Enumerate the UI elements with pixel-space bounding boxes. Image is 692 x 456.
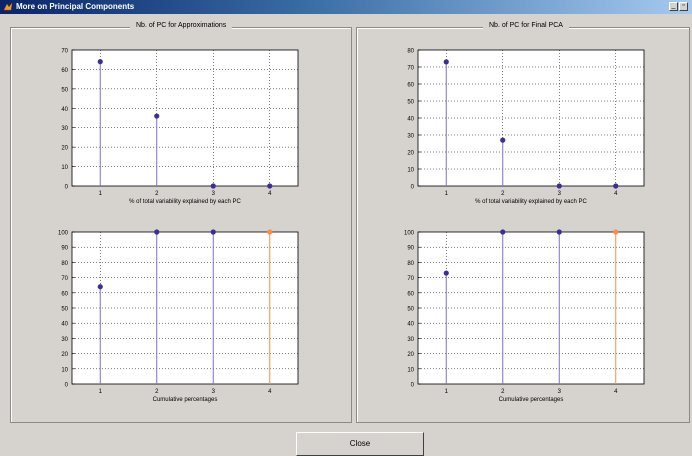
y-tick-label: 60 (61, 68, 68, 74)
y-tick-label: 20 (407, 151, 414, 157)
y-tick-label: 70 (61, 276, 68, 282)
y-tick-label: 20 (61, 352, 68, 358)
y-tick-label: 80 (407, 261, 414, 267)
stem-marker (154, 113, 160, 119)
chart-variability-approximations: 0102030405060701 2 3 4% of total variabilit… (58, 49, 645, 403)
y-tick-label: 100 (404, 231, 415, 237)
y-tick-label: 10 (407, 367, 414, 373)
y-tick-label: 0 (411, 185, 415, 191)
y-tick-label: 50 (61, 87, 68, 93)
y-tick-label: 10 (407, 168, 414, 174)
y-tick-label: 20 (61, 146, 68, 152)
stem-marker (267, 229, 273, 235)
y-tick-label: 40 (61, 322, 68, 328)
y-tick-label: 90 (61, 246, 68, 252)
x-axis-label: % of total variability explained by each… (475, 199, 587, 205)
y-tick-label: 30 (61, 126, 68, 132)
x-tick-label: 4 (614, 389, 618, 395)
y-tick-label: 50 (61, 307, 68, 313)
y-tick-label: 30 (61, 337, 68, 343)
stem-marker (500, 229, 506, 235)
stem-marker (500, 137, 506, 143)
stem-marker (613, 183, 619, 189)
x-tick-label: 3 (558, 191, 562, 197)
stem-marker (556, 229, 562, 235)
y-tick-label: 70 (407, 276, 414, 282)
y-tick-label: 0 (411, 383, 415, 389)
x-tick-label: 3 (558, 389, 562, 395)
y-tick-label: 0 (65, 185, 69, 191)
x-tick-label: 3 (212, 389, 216, 395)
x-tick-label: 2 (155, 191, 159, 197)
y-tick-label: 10 (61, 367, 68, 373)
y-tick-label: 80 (407, 49, 414, 55)
plot-area (71, 49, 299, 187)
stem-marker (556, 183, 562, 189)
x-tick-label: 2 (155, 389, 159, 395)
y-tick-label: 0 (65, 383, 69, 389)
x-tick-label: 2 (501, 191, 505, 197)
y-tick-label: 10 (61, 165, 68, 171)
stem-marker (267, 183, 273, 189)
x-tick-label: 4 (614, 191, 618, 197)
y-tick-label: 20 (407, 352, 414, 358)
close-button[interactable]: Close (296, 432, 424, 456)
y-tick-label: 40 (407, 322, 414, 328)
x-tick-label: 1 (99, 191, 103, 197)
stem-marker (97, 59, 103, 65)
y-tick-label: 30 (407, 134, 414, 140)
y-tick-label: 60 (61, 291, 68, 297)
y-tick-label: 70 (407, 66, 414, 72)
x-axis-label: Cumulative percentages (499, 397, 564, 403)
stem-marker (210, 183, 216, 189)
stem-marker (97, 284, 103, 290)
y-tick-label: 90 (407, 246, 414, 252)
x-tick-label: 1 (445, 191, 449, 197)
y-tick-label: 50 (407, 100, 414, 106)
chart-2: 0 10 20 30 40 50 60 70 80 90 100 1 2 3 4 Cumulative per… (58, 229, 299, 403)
x-tick-label: 4 (268, 191, 272, 197)
stem-marker (443, 59, 449, 65)
y-tick-label: 60 (407, 83, 414, 89)
x-tick-label: 1 (99, 389, 103, 395)
x-axis-label: % of total variability explained by each… (129, 199, 241, 205)
chart-1: 0 10 20 30 40 50 60 70 80 1 2 3 4 % of total variabil… (407, 49, 645, 205)
stem-marker (613, 229, 619, 235)
chart-3: 0 10 20 30 40 50 60 70 80 90 100 1 2 3 4 Cumulative per… (404, 229, 645, 403)
x-tick-label: 3 (212, 191, 216, 197)
x-axis-label: Cumulative percentages (153, 397, 218, 403)
chart-0: 0 10 20 30 40 50 60 70 1 2 3 4 % of total variabilit… (61, 49, 299, 205)
stem-marker (443, 270, 449, 276)
y-tick-label: 100 (58, 231, 69, 237)
y-tick-label: 40 (407, 117, 414, 123)
x-tick-label: 1 (445, 389, 449, 395)
y-tick-label: 50 (407, 307, 414, 313)
x-tick-label: 4 (268, 389, 272, 395)
stem-marker (154, 229, 160, 235)
y-tick-label: 30 (407, 337, 414, 343)
y-tick-label: 80 (61, 261, 68, 267)
y-tick-label: 60 (407, 291, 414, 297)
x-tick-label: 2 (501, 389, 505, 395)
y-tick-label: 70 (61, 49, 68, 55)
y-tick-label: 40 (61, 107, 68, 113)
stem-marker (210, 229, 216, 235)
